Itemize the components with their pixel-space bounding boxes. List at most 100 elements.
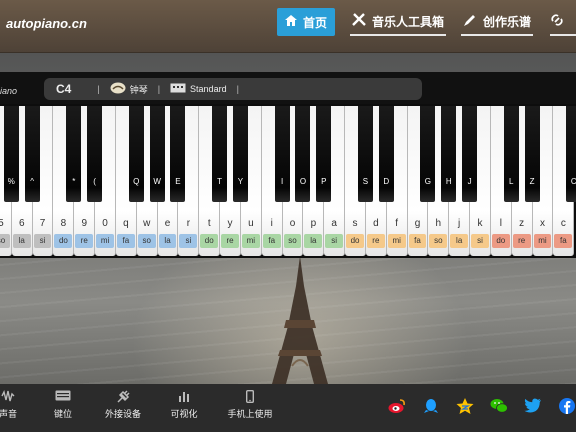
solfege-label: do: [491, 234, 510, 248]
key-shortcut-label: 9: [81, 218, 87, 229]
keyboard-mode-select[interactable]: Standard: [190, 84, 227, 94]
solfege-label: si: [179, 234, 198, 248]
black-key-shortcut-label: (: [93, 177, 96, 186]
solfege-label: si: [33, 234, 52, 248]
piano-black-key[interactable]: E: [170, 106, 186, 202]
nav-home-button[interactable]: 首页: [277, 8, 335, 36]
solfege-label: so: [0, 234, 10, 248]
piano-keyboard[interactable]: 5so6la7si8do9re0miqfawsoelarsitdoyreumii…: [0, 106, 576, 258]
sound-button[interactable]: 声音: [0, 389, 22, 420]
piano-black-key[interactable]: S: [357, 106, 373, 202]
solfege-label: mi: [96, 234, 114, 248]
sound-label: 声音: [0, 409, 17, 419]
piano-black-key[interactable]: J: [462, 106, 478, 202]
key-shortcut-label: t: [207, 218, 211, 229]
key-shortcut-label: e: [164, 218, 171, 229]
nav-tools-label: 音乐人工具箱: [372, 14, 445, 29]
black-key-shortcut-label: Y: [237, 177, 244, 186]
black-key-shortcut-label: I: [280, 177, 284, 186]
key-shortcut-label: 7: [39, 218, 46, 229]
black-key-shortcut-label: T: [217, 177, 223, 186]
site-logo[interactable]: autopiano.cn: [6, 16, 87, 31]
qzone-icon[interactable]: [456, 398, 474, 414]
keyboard-mode-icon: [170, 83, 186, 95]
piano-black-key[interactable]: C: [566, 106, 576, 202]
weibo-icon[interactable]: [388, 398, 406, 414]
mobile-icon: [222, 389, 278, 404]
black-key-shortcut-label: *: [72, 177, 76, 186]
mobile-use-button[interactable]: 手机上使用: [222, 389, 278, 420]
current-note-display[interactable]: C4: [56, 82, 71, 96]
piano-black-key[interactable]: L: [503, 106, 519, 202]
solfege-label: so: [283, 234, 302, 248]
nav-tools-button[interactable]: 音乐人工具箱: [350, 8, 447, 36]
key-shortcut-label: o: [289, 218, 296, 229]
wechat-icon[interactable]: [490, 398, 508, 414]
piano-black-key[interactable]: D: [378, 106, 394, 202]
keymap-label: 键位: [53, 409, 72, 419]
waveform-icon: [0, 389, 22, 404]
solfege-label: si: [325, 234, 344, 248]
solfege-label: fa: [408, 234, 427, 248]
keyboard-icon: [48, 390, 78, 404]
external-device-button[interactable]: 外接设备: [100, 390, 146, 420]
piano-black-key[interactable]: Y: [232, 106, 248, 202]
key-shortcut-label: l: [499, 218, 502, 229]
piano-black-key[interactable]: O: [295, 106, 311, 202]
separator: |: [236, 84, 239, 94]
solfege-label: la: [158, 234, 177, 248]
key-shortcut-label: i: [270, 218, 273, 229]
piano-black-key[interactable]: %: [3, 106, 19, 202]
keymap-button[interactable]: 键位: [48, 390, 78, 420]
separator: |: [97, 84, 100, 94]
black-key-shortcut-label: P: [321, 177, 327, 186]
link-icon: [550, 13, 564, 30]
black-key-shortcut-label: H: [445, 177, 452, 186]
key-shortcut-label: 5: [0, 218, 4, 229]
black-key-shortcut-label: Z: [529, 177, 535, 186]
piano-black-key[interactable]: T: [212, 106, 228, 202]
nav-link-button[interactable]: [550, 8, 576, 36]
piano-black-key[interactable]: Q: [128, 106, 144, 202]
black-key-shortcut-label: G: [424, 177, 432, 186]
piano-black-key[interactable]: Z: [524, 106, 540, 202]
solfege-label: so: [429, 234, 448, 248]
visualize-button[interactable]: 可视化: [166, 390, 202, 420]
black-key-shortcut-label: J: [467, 177, 472, 186]
piano-black-key[interactable]: *: [66, 106, 82, 202]
key-shortcut-label: 8: [60, 218, 67, 229]
visualize-label: 可视化: [170, 409, 198, 419]
piano-black-key[interactable]: I: [274, 106, 290, 202]
eiffel-tower-image: [272, 256, 328, 384]
key-shortcut-label: k: [477, 218, 483, 229]
key-shortcut-label: z: [519, 218, 525, 229]
twitter-icon[interactable]: [524, 398, 542, 414]
black-key-shortcut-label: Q: [133, 177, 140, 186]
pen-icon: [463, 13, 477, 30]
piano-black-key[interactable]: H: [441, 106, 457, 202]
piano-black-key[interactable]: P: [316, 106, 332, 202]
piano-black-key[interactable]: G: [420, 106, 436, 202]
nav-home-label: 首页: [302, 15, 327, 30]
solfege-label: mi: [387, 234, 406, 248]
solfege-label: fa: [554, 234, 573, 248]
qq-icon[interactable]: [422, 398, 440, 414]
piano-black-key[interactable]: ^: [24, 106, 40, 202]
black-key-shortcut-label: S: [362, 177, 369, 186]
solfege-label: mi: [241, 234, 260, 248]
solfege-label: so: [137, 234, 156, 248]
external-device-label: 外接设备: [104, 409, 141, 419]
key-shortcut-label: j: [458, 218, 461, 229]
piano-black-key[interactable]: (: [87, 106, 103, 202]
solfege-label: re: [75, 234, 94, 248]
black-key-shortcut-label: O: [299, 177, 307, 186]
key-shortcut-label: f: [395, 218, 399, 229]
piano-black-key[interactable]: W: [149, 106, 165, 202]
bar-chart-icon: [166, 390, 202, 404]
nav-create-score-button[interactable]: 创作乐谱: [461, 8, 534, 36]
solfege-label: la: [304, 234, 323, 248]
instrument-select[interactable]: 钟琴: [130, 83, 148, 96]
facebook-icon[interactable]: [558, 398, 576, 414]
black-key-shortcut-label: E: [175, 177, 181, 186]
key-shortcut-label: u: [248, 218, 254, 229]
